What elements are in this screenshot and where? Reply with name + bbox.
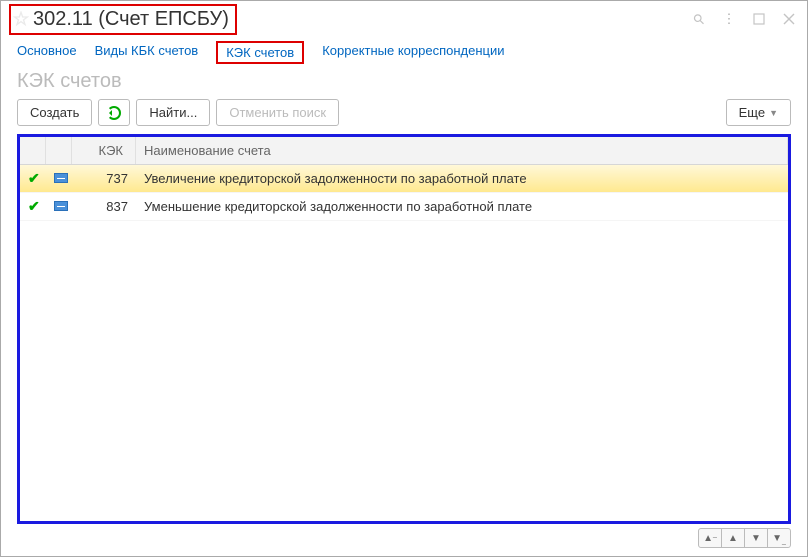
header-name[interactable]: Наименование счета [136, 137, 788, 164]
nav-top-button[interactable]: ▲_ [698, 528, 722, 548]
link-icon[interactable]: ⚲ [691, 11, 707, 27]
header-icon[interactable] [46, 137, 72, 164]
row-check: ✔ [20, 198, 46, 215]
cancel-search-button[interactable]: Отменить поиск [216, 99, 339, 126]
row-nav-footer: ▲_ ▲ ▼ ▼_ [699, 528, 791, 548]
window-controls: ⚲ ⋮ [691, 11, 797, 27]
maximize-icon[interactable] [751, 11, 767, 27]
table: КЭК Наименование счета ✔ 737 Увеличение … [17, 134, 791, 524]
toolbar: Создать Найти... Отменить поиск Еще ▼ [1, 99, 807, 134]
chevron-down-icon: ▼ [769, 108, 778, 118]
row-check: ✔ [20, 170, 46, 187]
window-title: 302.11 (Счет ЕПСБУ) [33, 8, 229, 31]
table-row[interactable]: ✔ 737 Увеличение кредиторской задолженно… [20, 165, 788, 193]
tabs-bar: Основное Виды КБК счетов КЭК счетов Корр… [1, 37, 807, 70]
nav-bottom-button[interactable]: ▼_ [767, 528, 791, 548]
tab-kek[interactable]: КЭК счетов [216, 41, 304, 64]
header-kek[interactable]: КЭК [72, 137, 136, 164]
section-title: КЭК счетов [1, 70, 807, 99]
favorite-star-icon[interactable] [13, 11, 29, 27]
title-bar: 302.11 (Счет ЕПСБУ) ⚲ ⋮ [1, 1, 807, 37]
nav-up-button[interactable]: ▲ [721, 528, 745, 548]
more-icon[interactable]: ⋮ [721, 11, 737, 27]
find-button[interactable]: Найти... [136, 99, 210, 126]
table-header: КЭК Наименование счета [20, 137, 788, 165]
tab-kbk-types[interactable]: Виды КБК счетов [95, 41, 199, 64]
tab-main[interactable]: Основное [17, 41, 77, 64]
row-type-icon [46, 199, 72, 214]
table-row[interactable]: ✔ 837 Уменьшение кредиторской задолженно… [20, 193, 788, 221]
row-name: Увеличение кредиторской задолженности по… [136, 171, 788, 186]
card-icon [54, 173, 68, 183]
card-icon [54, 201, 68, 211]
refresh-icon [107, 106, 121, 120]
more-button-label: Еще [739, 105, 765, 120]
row-kek: 737 [72, 171, 136, 186]
row-name: Уменьшение кредиторской задолженности по… [136, 199, 788, 214]
tab-correspondences[interactable]: Корректные корреспонденции [322, 41, 504, 64]
create-button[interactable]: Создать [17, 99, 92, 126]
more-button[interactable]: Еще ▼ [726, 99, 791, 126]
row-type-icon [46, 171, 72, 186]
header-check[interactable] [20, 137, 46, 164]
nav-down-button[interactable]: ▼ [744, 528, 768, 548]
check-icon: ✔ [28, 170, 40, 186]
close-icon[interactable] [781, 11, 797, 27]
refresh-button[interactable] [98, 99, 130, 126]
check-icon: ✔ [28, 198, 40, 214]
row-kek: 837 [72, 199, 136, 214]
title-highlight: 302.11 (Счет ЕПСБУ) [9, 4, 237, 35]
